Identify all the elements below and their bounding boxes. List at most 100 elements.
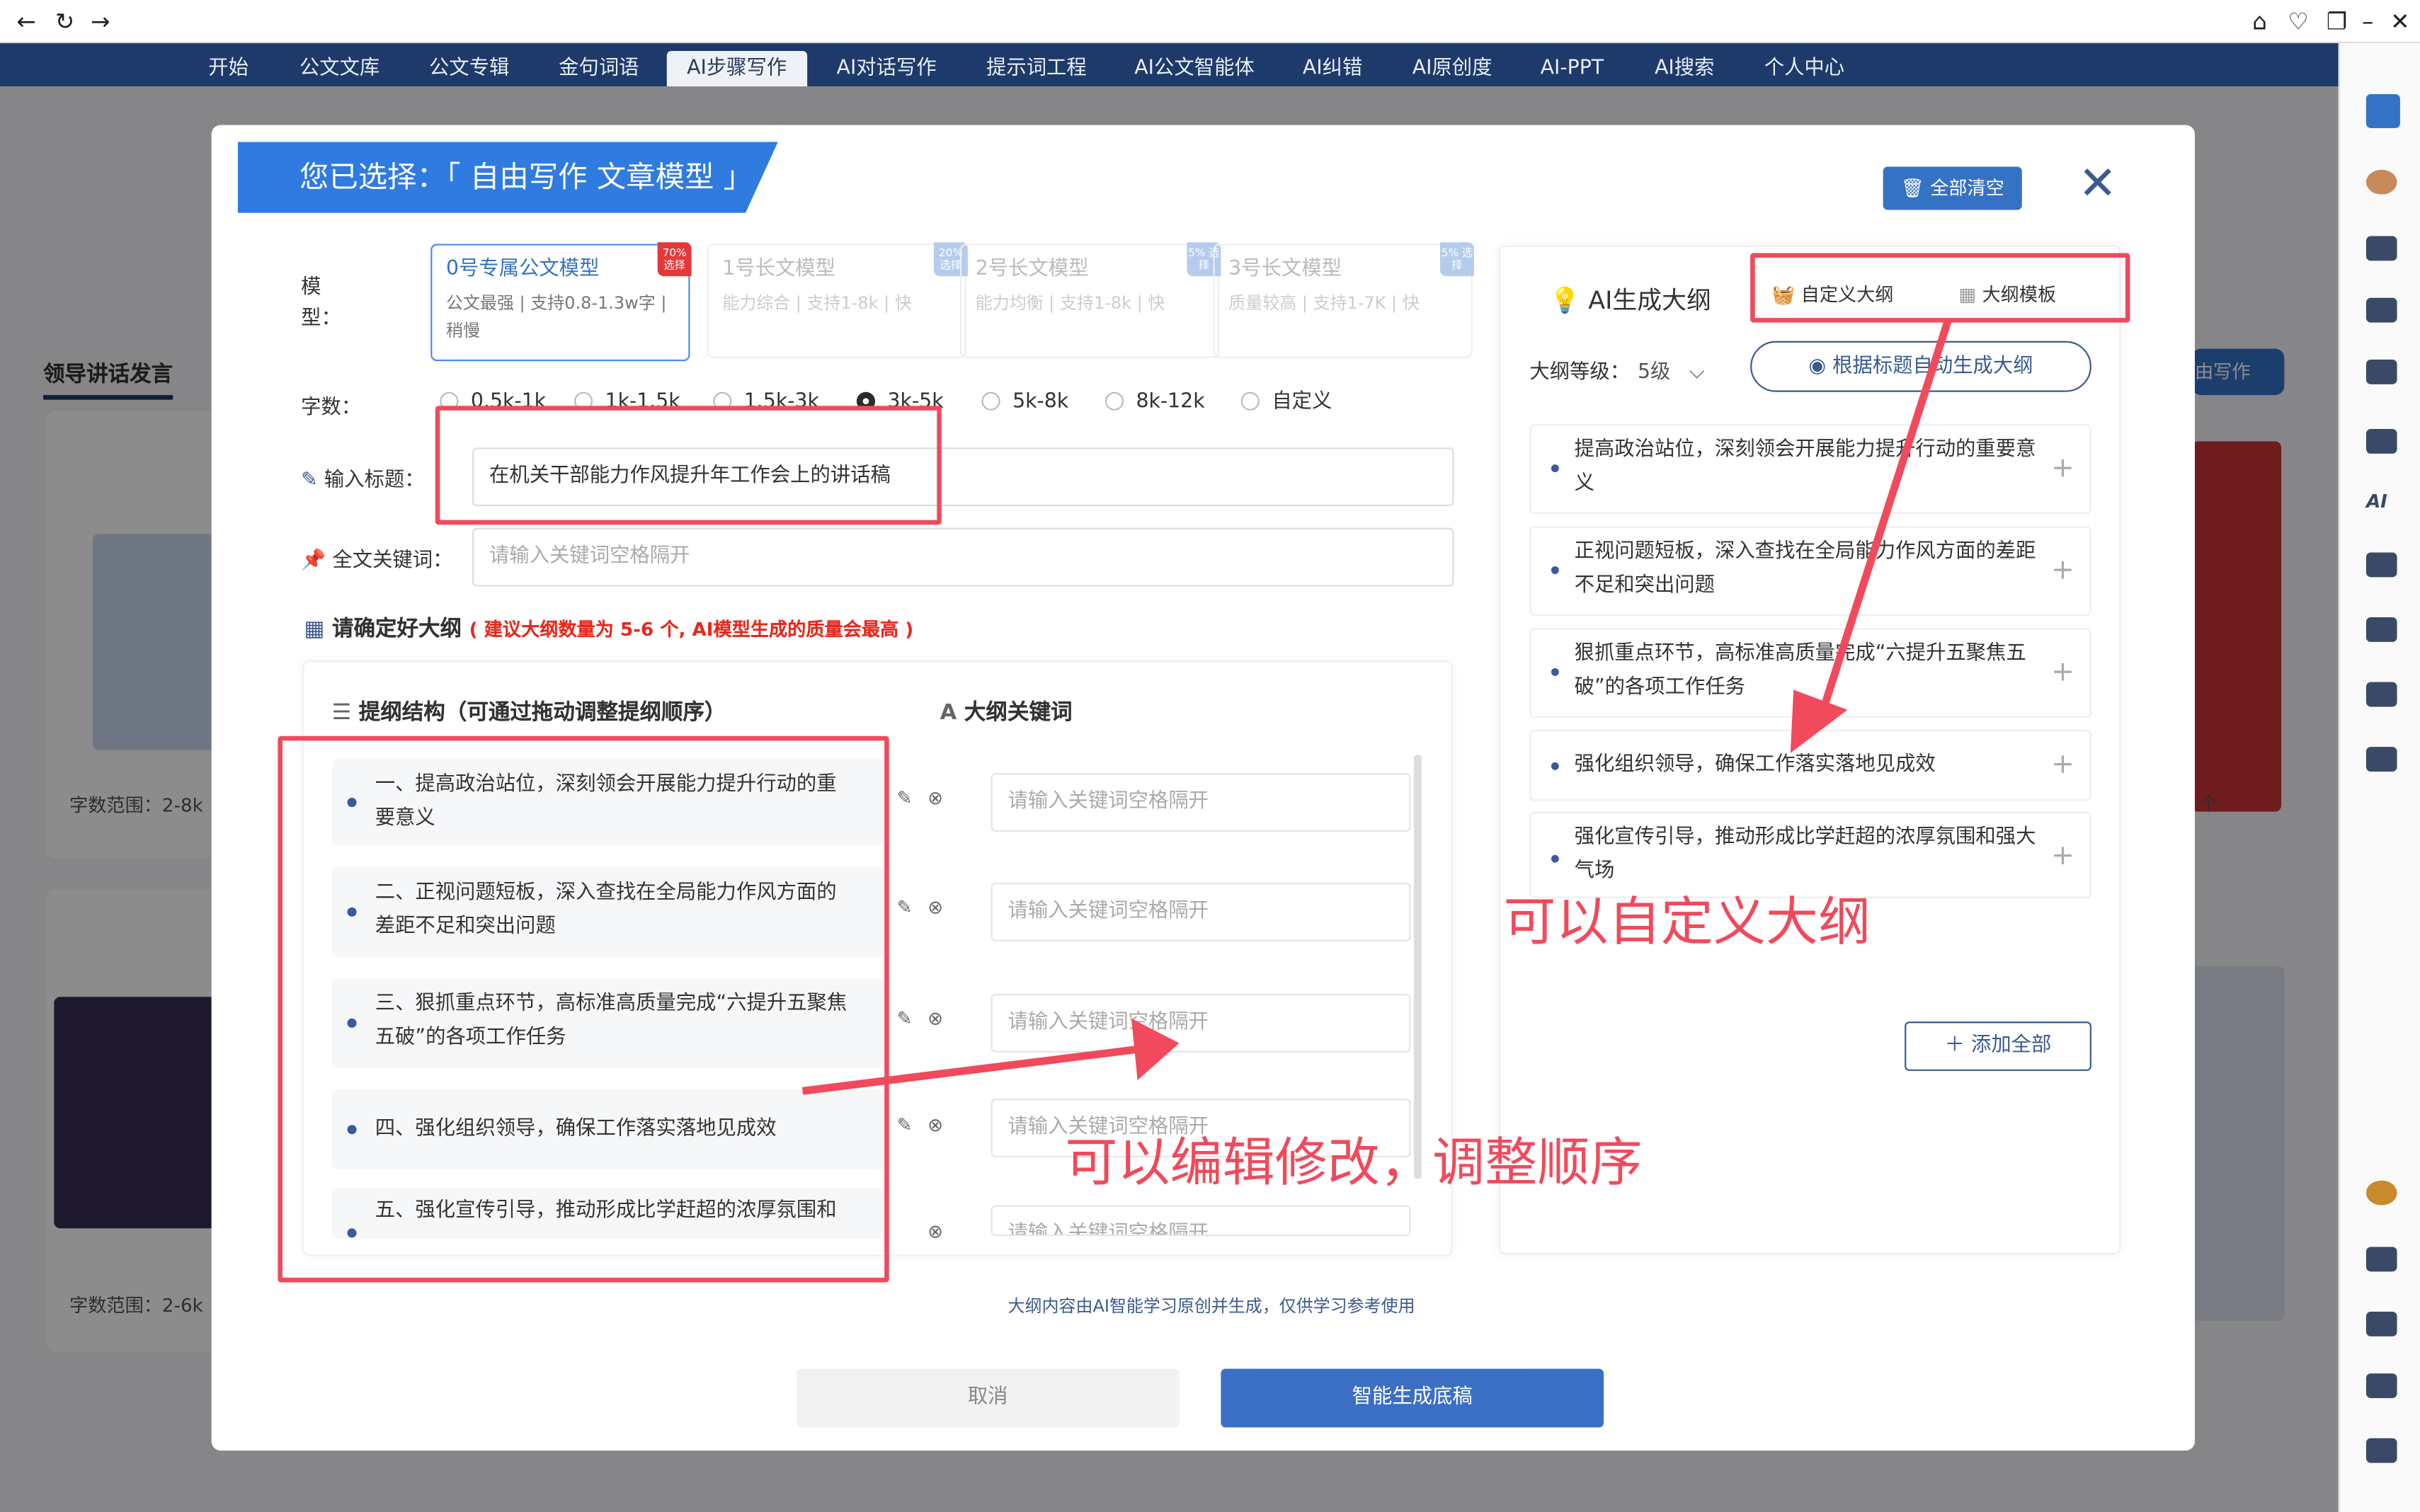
word-option-label: 3k-5k xyxy=(887,390,944,414)
outline-keyword-input[interactable]: 请输入关键词空格隔开 xyxy=(991,1205,1411,1237)
nav-tab[interactable]: 提示词工程 xyxy=(966,51,1107,86)
image-icon[interactable] xyxy=(2365,359,2397,384)
nav-tab[interactable]: 公文专辑 xyxy=(409,51,530,86)
outline-item[interactable]: 一、提高政治站位，深刻领会开展能力提升行动的重要意义 xyxy=(331,759,888,846)
model-card-3[interactable]: 3号长文模型 质量较高 | 支持1-7K | 快 5% 选择 xyxy=(1213,242,1474,358)
add-icon[interactable]: + xyxy=(2051,840,2074,872)
word-option-selected[interactable]: 3k-5k xyxy=(856,389,944,416)
outline-template-tab[interactable]: ▦ 大纲模板 xyxy=(1958,281,2056,307)
nav-tab[interactable]: AI-PPT xyxy=(1520,51,1623,86)
nav-tab[interactable]: AI纠错 xyxy=(1283,51,1383,86)
home-icon[interactable]: ⌂ xyxy=(2246,6,2273,38)
chat-icon[interactable] xyxy=(2365,1247,2397,1272)
add-all-button[interactable]: ＋ 添加全部 xyxy=(1905,1021,2091,1071)
add-icon[interactable]: + xyxy=(2051,748,2074,781)
model-card-2[interactable]: 2号长文模型 能力均衡 | 支持1-8k | 快 5% 选择 xyxy=(959,242,1221,358)
model-name: 1号长文模型 xyxy=(722,258,835,281)
outline-item[interactable]: 五、强化宣传引导，推动形成比学赶超的浓厚氛围和 xyxy=(331,1188,888,1239)
word-option[interactable]: 0.5k-1k xyxy=(440,389,546,416)
word-option-label: 8k-12k xyxy=(1136,390,1205,414)
window-icon[interactable]: ❐ xyxy=(2323,6,2351,38)
keyword-input[interactable]: 请输入关键词空格隔开 xyxy=(472,527,1454,587)
app-root: ← ↻ → ⌂ ♡ ❐ – ✕ 开始 公文文库 公文专辑 金句词语 AI步骤写作… xyxy=(0,0,2420,1512)
keyword-header-text: 大纲关键词 xyxy=(964,700,1073,726)
remove-icon[interactable]: ⊗ xyxy=(928,897,943,919)
document-icon[interactable] xyxy=(2365,429,2397,454)
outline-keyword-input[interactable]: 请输入关键词空格隔开 xyxy=(991,773,1411,832)
nav-tab[interactable]: 公文文库 xyxy=(280,51,400,86)
remove-icon[interactable]: ⊗ xyxy=(928,1008,943,1030)
word-option[interactable]: 8k-12k xyxy=(1105,389,1205,416)
ai-outline-item[interactable]: 提高政治站位，深刻领会开展能力提升行动的重要意义 + xyxy=(1529,424,2091,514)
document-icon[interactable] xyxy=(2365,682,2397,707)
remove-icon[interactable]: ⊗ xyxy=(928,1220,943,1242)
outline-keyword-input[interactable]: 请输入关键词空格隔开 xyxy=(991,882,1411,941)
edit-icon[interactable]: ✎ xyxy=(897,1008,913,1030)
refresh-icon[interactable]: ↻ xyxy=(51,6,79,38)
outline-item[interactable]: 四、强化组织领导，确保工作落实落地见成效 xyxy=(331,1089,888,1170)
home-icon[interactable] xyxy=(2365,1312,2397,1336)
gift-icon[interactable] xyxy=(2365,747,2397,772)
close-modal-icon[interactable]: ✕ xyxy=(2076,161,2119,207)
remove-icon[interactable]: ⊗ xyxy=(928,1114,943,1136)
link-icon[interactable] xyxy=(2365,1373,2397,1399)
word-option[interactable]: 5k-8k xyxy=(981,389,1068,416)
document-icon[interactable] xyxy=(2365,552,2397,578)
close-icon[interactable]: ✕ xyxy=(2386,6,2414,38)
footnote: 大纲内容由AI智能学习原创并生成，仅供学习参考使用 xyxy=(1008,1296,1415,1317)
word-option[interactable]: 1k-1.5k xyxy=(573,389,680,416)
nav-tab[interactable]: 金句词语 xyxy=(539,51,659,86)
nav-tab[interactable]: 开始 xyxy=(188,51,268,86)
avatar[interactable] xyxy=(2365,169,2397,195)
model-badge: 5% 选择 xyxy=(1439,242,1474,277)
model-card-0[interactable]: 0号专属公文模型 公文最强 | 支持0.8-1.3w字 | 稍慢 70% 选择 xyxy=(430,242,692,362)
nav-tab[interactable]: AI原创度 xyxy=(1392,51,1512,86)
custom-tab-text: 自定义大纲 xyxy=(1800,284,1894,306)
model-card-1[interactable]: 1号长文模型 能力综合 | 支持1-8k | 快 20% 选择 xyxy=(707,242,968,358)
annotation-edit-reorder: 可以编辑修改，调整顺序 xyxy=(1065,1133,1643,1195)
nav-tab[interactable]: AI公文智能体 xyxy=(1114,51,1274,86)
edit-icon[interactable]: ✎ xyxy=(897,1114,913,1136)
sidebar-icon[interactable] xyxy=(2365,93,2400,128)
back-icon[interactable]: ← xyxy=(12,6,40,38)
outline-keyword-input[interactable]: 请输入关键词空格隔开 xyxy=(991,993,1411,1053)
minimize-icon[interactable]: – xyxy=(2354,6,2382,38)
generate-button[interactable]: 智能生成底稿 xyxy=(1221,1368,1604,1428)
word-option[interactable]: 自定义 xyxy=(1240,389,1332,416)
level-select[interactable]: 5级 ⌵ xyxy=(1638,355,1704,384)
add-icon[interactable]: + xyxy=(2051,656,2074,689)
ai-outline-item[interactable]: 正视问题短板，深入查找在全局能力作风方面的差距不足和突出问题 + xyxy=(1529,526,2091,616)
briefcase-icon[interactable] xyxy=(2365,236,2397,261)
word-option[interactable]: 1.5k-3k xyxy=(713,389,819,416)
settings-icon[interactable] xyxy=(2365,1438,2397,1463)
bullet-icon xyxy=(347,798,357,808)
auto-generate-button[interactable]: ◉ 根据标题自动生成大纲 xyxy=(1750,340,2091,392)
model-desc: 能力均衡 | 支持1-8k | 快 xyxy=(975,293,1165,314)
modal-title: 您已选择：「 自由写作 文章模型 」 xyxy=(299,160,753,195)
edit-icon[interactable]: ✎ xyxy=(897,787,913,809)
outline-item[interactable]: 二、正视问题短板，深入查找在全局能力作风方面的差距不足和突出问题 xyxy=(331,867,888,957)
heart-icon[interactable]: ♡ xyxy=(2284,6,2312,38)
edit-icon[interactable]: ✎ xyxy=(897,897,913,919)
nav-tab[interactable]: 个人中心 xyxy=(1744,51,1864,86)
title-input[interactable]: 在机关干部能力作风提升年工作会上的讲话稿 xyxy=(472,447,1454,507)
nav-tab[interactable]: AI搜索 xyxy=(1635,51,1735,86)
crown-icon[interactable] xyxy=(2365,1180,2397,1205)
cancel-button[interactable]: 取消 xyxy=(796,1368,1180,1428)
scrollbar[interactable] xyxy=(1413,755,1422,1179)
ai-icon[interactable]: AI xyxy=(2366,491,2397,515)
outline-item-text: 一、提高政治站位，深刻领会开展能力提升行动的重要意义 xyxy=(375,773,837,830)
forward-icon[interactable]: → xyxy=(86,6,114,38)
clear-all-button[interactable]: 🗑 全部清空 xyxy=(1883,166,2022,210)
ai-outline-item[interactable]: 狠抓重点环节，高标准高质量完成“六提升五聚焦五破”的各项工作任务 + xyxy=(1529,628,2091,718)
ppt-icon[interactable] xyxy=(2365,617,2397,642)
add-icon[interactable]: + xyxy=(2051,554,2074,587)
remove-icon[interactable]: ⊗ xyxy=(928,787,943,809)
nav-tab[interactable]: AI对话写作 xyxy=(816,51,957,86)
list-icon[interactable] xyxy=(2365,297,2397,323)
custom-outline-tab[interactable]: 🧺 自定义大纲 xyxy=(1772,281,1894,307)
nav-tab-active[interactable]: AI步骤写作 xyxy=(666,50,807,87)
outline-item[interactable]: 三、狠抓重点环节，高标准高质量完成“六提升五聚焦五破”的各项工作任务 xyxy=(331,978,888,1068)
ai-outline-item[interactable]: 强化组织领导，确保工作落实落地见成效 + xyxy=(1529,730,2091,801)
add-icon[interactable]: + xyxy=(2051,452,2074,485)
